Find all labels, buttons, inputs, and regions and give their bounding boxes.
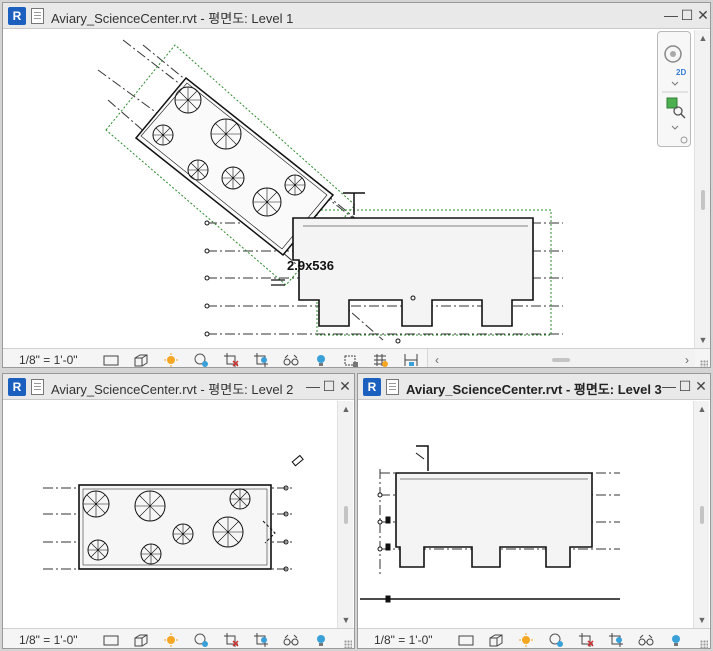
document-icon <box>386 379 399 395</box>
detail-level-icon[interactable] <box>102 352 120 368</box>
close-button[interactable]: ✕ <box>337 377 353 395</box>
window-title: Aviary_ScienceCenter.rvt - 평면도: Level 1 <box>51 11 294 26</box>
scale-selector[interactable]: 1/8" = 1'-0" <box>19 633 78 647</box>
scroll-down-arrow-icon[interactable]: ▼ <box>338 612 354 628</box>
zoom-region-icon[interactable] <box>666 97 686 130</box>
shadows-icon[interactable] <box>192 352 210 368</box>
titlebar-level3[interactable]: R Aviary_ScienceCenter.rvt - 평면도: Level … <box>358 374 710 400</box>
lock-3d-view-icon[interactable] <box>342 352 360 368</box>
minimize-button[interactable]: — <box>663 6 679 24</box>
temporary-hide-icon[interactable] <box>282 352 300 368</box>
horizontal-scrollbar[interactable]: ‹ › <box>427 349 695 367</box>
shadows-icon[interactable] <box>192 632 210 648</box>
visual-style-icon[interactable] <box>132 632 150 648</box>
sun-path-icon[interactable] <box>162 352 180 368</box>
resize-grip-icon[interactable] <box>700 640 708 648</box>
reveal-hidden-icon[interactable] <box>667 632 685 648</box>
scroll-left-arrow-icon[interactable]: ‹ <box>430 352 444 367</box>
svg-text:2D: 2D <box>676 68 686 77</box>
view-window-level2[interactable]: R Aviary_ScienceCenter.rvt - 평면도: Level … <box>2 373 355 649</box>
maximize-button[interactable]: ☐ <box>321 377 337 395</box>
reveal-hidden-icon[interactable] <box>312 352 330 368</box>
vertical-scrollbar[interactable]: ▲ ▼ <box>337 401 353 628</box>
temporary-hide-icon[interactable] <box>282 632 300 648</box>
detail-level-icon[interactable] <box>102 632 120 648</box>
crop-view-icon[interactable] <box>577 632 595 648</box>
titlebar-level2[interactable]: R Aviary_ScienceCenter.rvt - 평면도: Level … <box>3 374 354 400</box>
document-icon <box>31 379 44 395</box>
drawing-canvas-level1[interactable]: 2.9x536 <box>3 30 694 348</box>
view-control-bar: 1/8" = 1'-0" <box>358 628 710 648</box>
temporary-hide-icon[interactable] <box>637 632 655 648</box>
scale-selector[interactable]: 1/8" = 1'-0" <box>374 633 433 647</box>
close-button[interactable]: ✕ <box>695 6 710 24</box>
reveal-hidden-icon[interactable] <box>312 632 330 648</box>
scroll-down-arrow-icon[interactable]: ▼ <box>695 332 710 348</box>
document-icon <box>31 8 44 24</box>
revit-logo-icon: R <box>363 378 381 396</box>
window-title: Aviary_ScienceCenter.rvt - 평면도: Level 2 <box>51 382 294 397</box>
detail-level-icon[interactable] <box>457 632 475 648</box>
scroll-down-arrow-icon[interactable]: ▼ <box>694 612 710 628</box>
highlight-displacement-icon[interactable] <box>402 352 420 368</box>
visual-style-icon[interactable] <box>487 632 505 648</box>
view-control-bar: 1/8" = 1'-0" ‹ › <box>3 348 710 368</box>
show-crop-region-icon[interactable] <box>252 632 270 648</box>
maximize-button[interactable]: ☐ <box>679 6 695 24</box>
revit-logo-icon: R <box>8 378 26 396</box>
vertical-scrollbar[interactable]: ▲ ▼ <box>693 401 709 628</box>
vertical-scrollbar[interactable]: ▲ ▼ <box>694 30 710 348</box>
view-window-level1[interactable]: R Aviary_ScienceCenter.rvt - 평면도: Level … <box>2 2 711 368</box>
drawing-canvas-level2[interactable] <box>3 401 336 628</box>
maximize-button[interactable]: ☐ <box>677 377 693 395</box>
scroll-thumb[interactable] <box>344 506 348 524</box>
titlebar-level1[interactable]: R Aviary_ScienceCenter.rvt - 평면도: Level … <box>3 3 710 29</box>
scroll-thumb[interactable] <box>701 190 705 210</box>
navigation-bar[interactable]: 2D <box>657 31 691 147</box>
close-button[interactable]: ✕ <box>693 377 709 395</box>
scale-selector[interactable]: 1/8" = 1'-0" <box>19 353 78 367</box>
scroll-up-arrow-icon[interactable]: ▲ <box>695 30 710 46</box>
scroll-up-arrow-icon[interactable]: ▲ <box>694 401 710 417</box>
scroll-right-arrow-icon[interactable]: › <box>680 352 694 367</box>
revit-logo-icon: R <box>8 7 26 25</box>
show-crop-region-icon[interactable] <box>252 352 270 368</box>
show-crop-region-icon[interactable] <box>607 632 625 648</box>
view-window-level3[interactable]: R Aviary_ScienceCenter.rvt - 평면도: Level … <box>357 373 711 649</box>
scroll-thumb[interactable] <box>700 506 704 524</box>
resize-grip-icon[interactable] <box>344 640 352 648</box>
minimize-button[interactable]: — <box>661 377 677 395</box>
sun-path-icon[interactable] <box>517 632 535 648</box>
hscroll-thumb[interactable] <box>552 358 570 362</box>
dimension-label: 2.9x536 <box>287 258 334 273</box>
crop-view-icon[interactable] <box>222 632 240 648</box>
drawing-canvas-level3[interactable] <box>358 401 692 628</box>
crop-view-icon[interactable] <box>222 352 240 368</box>
scroll-up-arrow-icon[interactable]: ▲ <box>338 401 354 417</box>
view-control-bar: 1/8" = 1'-0" <box>3 628 354 648</box>
visual-style-icon[interactable] <box>132 352 150 368</box>
2d-steering-wheel-icon[interactable]: 2D <box>664 45 686 86</box>
shadows-icon[interactable] <box>547 632 565 648</box>
sun-path-icon[interactable] <box>162 632 180 648</box>
window-title: Aviary_ScienceCenter.rvt - 평면도: Level 3 <box>406 382 662 397</box>
minimize-button[interactable]: — <box>305 377 321 395</box>
resize-grip-icon[interactable] <box>700 360 708 367</box>
analysis-display-icon[interactable] <box>372 352 390 368</box>
